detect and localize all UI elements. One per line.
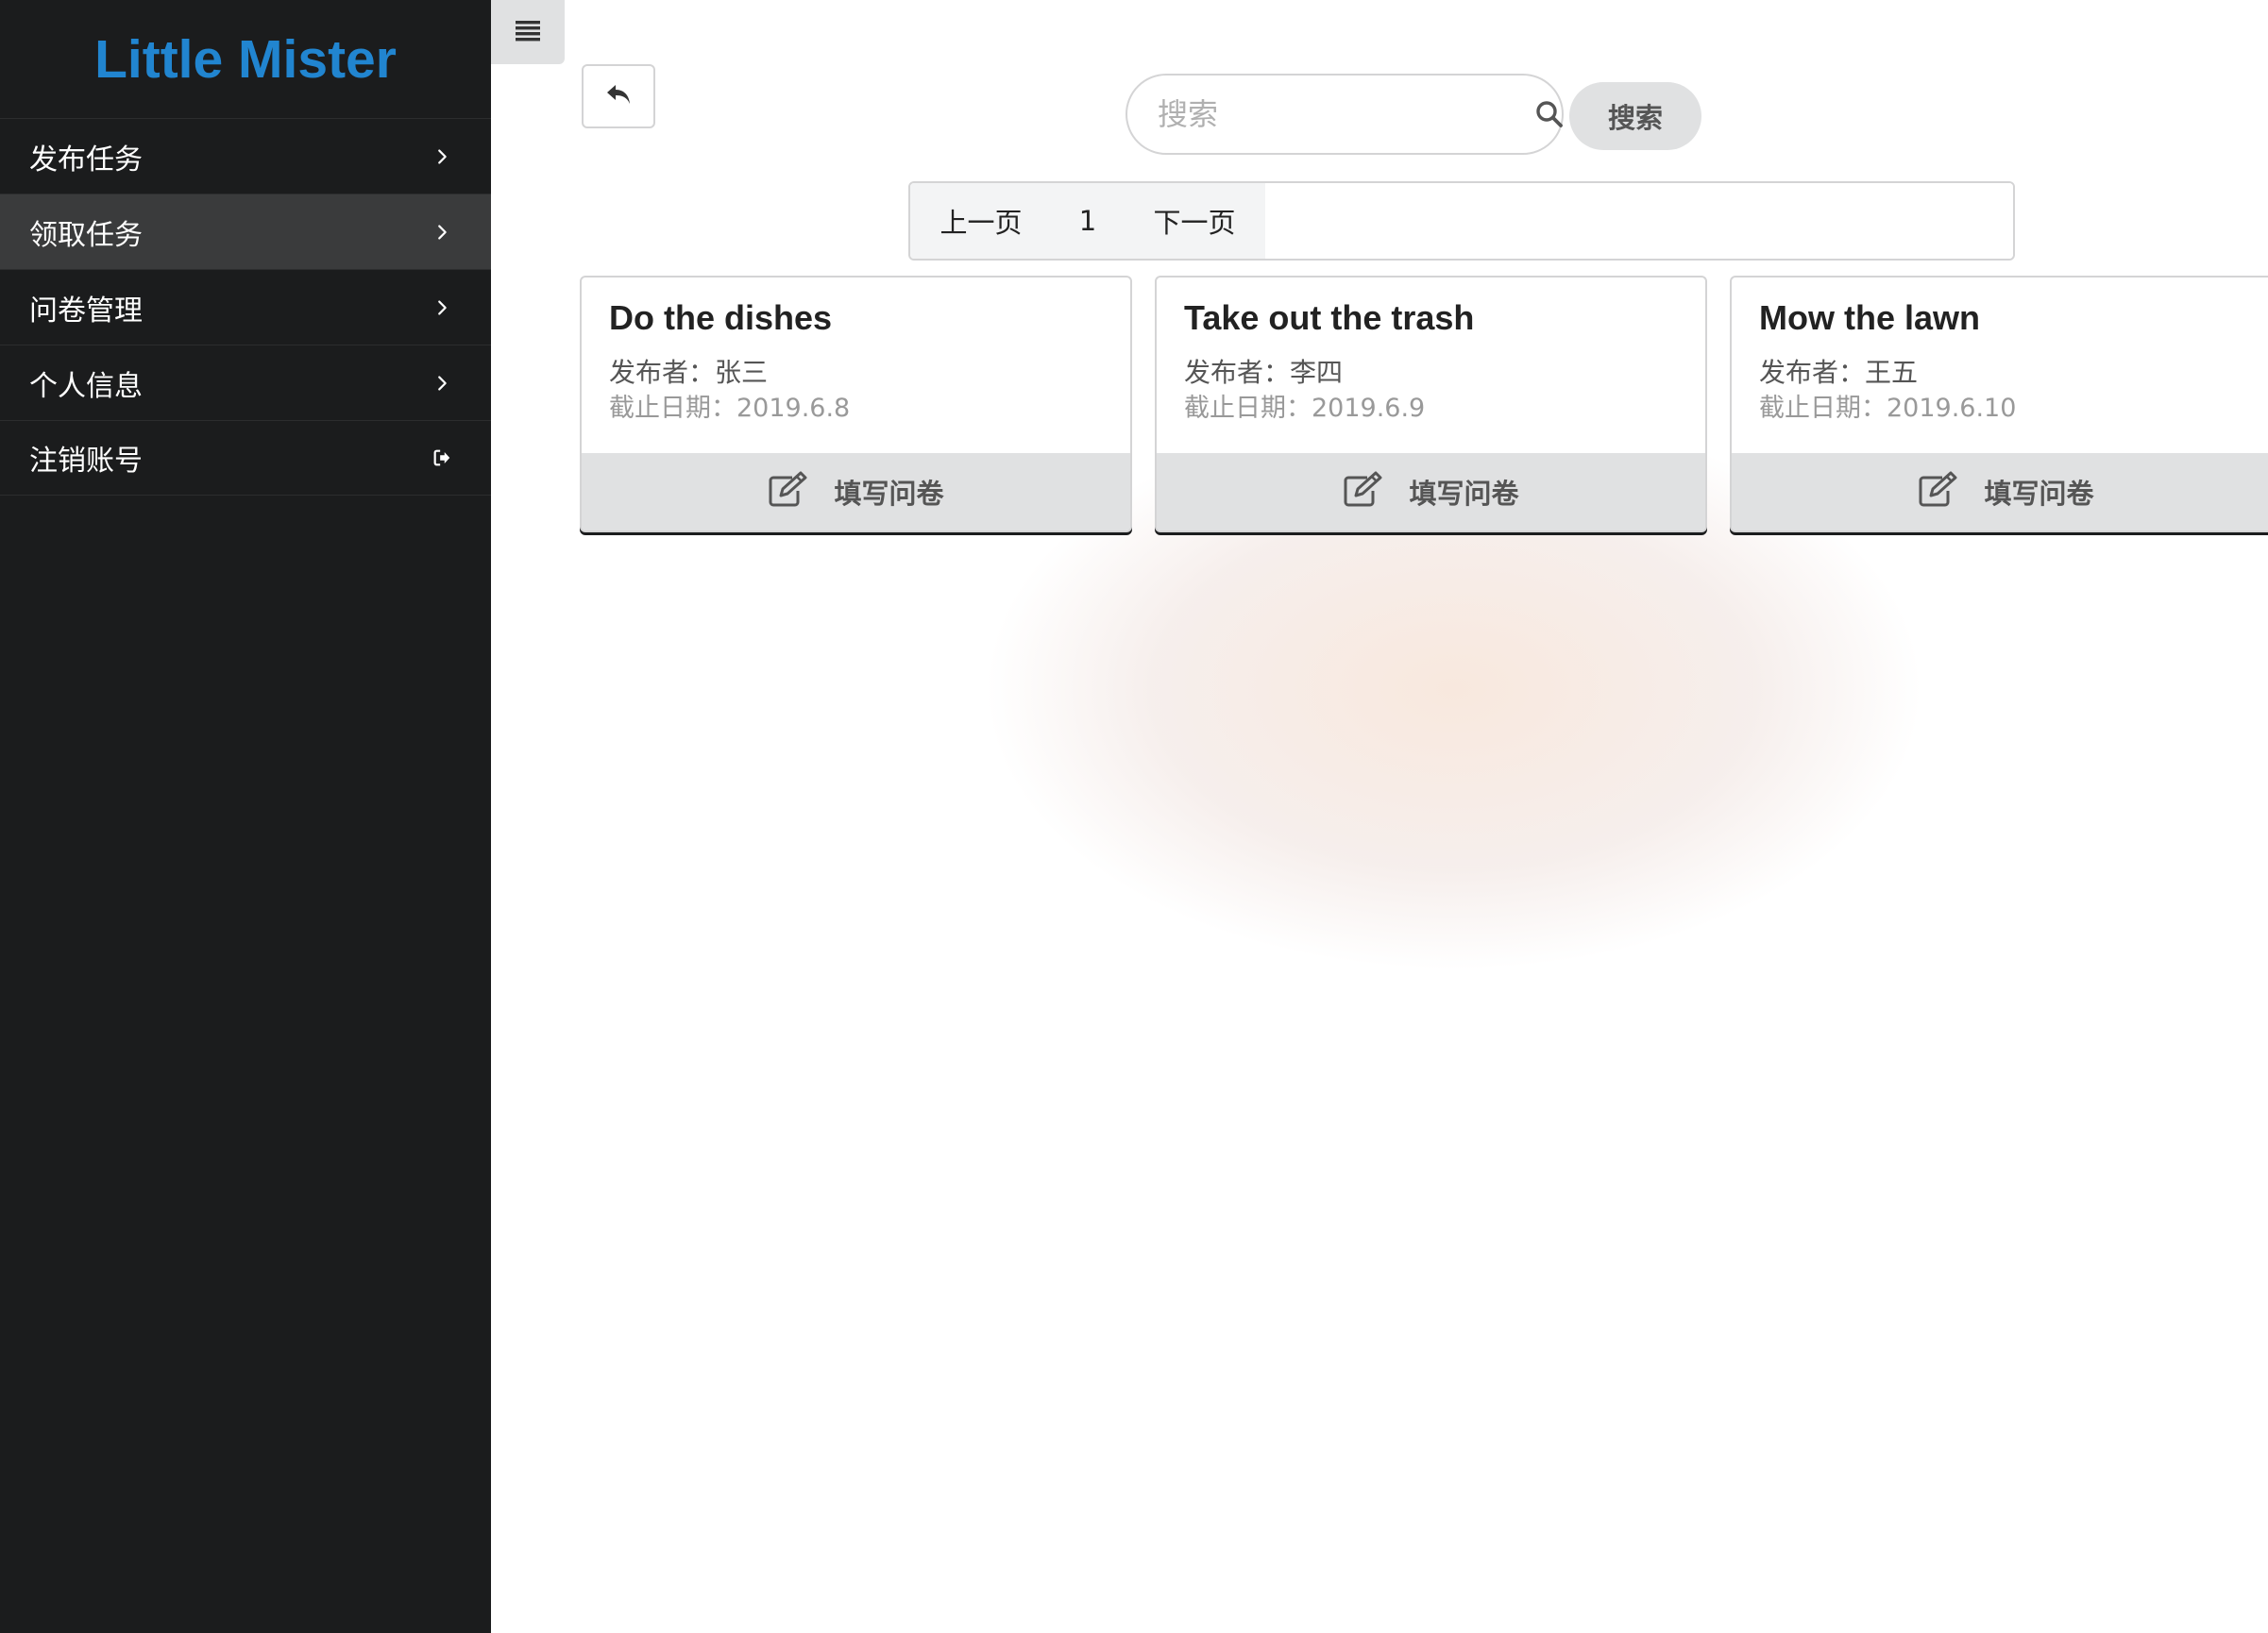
- task-card-body: Take out the trash 发布者：李四 截止日期：2019.6.9: [1157, 278, 1705, 453]
- sidebar-item-label: 个人信息: [29, 369, 143, 403]
- task-card: Mow the lawn 发布者：王五 截止日期：2019.6.10 填写问卷: [1730, 276, 2268, 532]
- pagination-page[interactable]: 1: [1052, 183, 1124, 259]
- hamburger-icon: [514, 18, 542, 46]
- sidebar-item-label: 注销账号: [29, 445, 143, 478]
- pagination: 上一页 1 下一页: [908, 181, 2015, 261]
- fill-survey-button[interactable]: 填写问卷: [1732, 453, 2268, 530]
- search-box: [1126, 74, 1564, 155]
- sign-out-icon: [429, 445, 455, 471]
- sidebar-item-label: 领取任务: [29, 218, 143, 252]
- task-card: Take out the trash 发布者：李四 截止日期：2019.6.9 …: [1155, 276, 1707, 532]
- brand-logo[interactable]: Little Mister: [0, 0, 491, 118]
- task-publisher: 发布者：王五: [1759, 357, 1919, 388]
- pagination-prev[interactable]: 上一页: [910, 183, 1052, 259]
- task-deadline: 截止日期：2019.6.8: [609, 394, 851, 423]
- task-deadline: 截止日期：2019.6.9: [1184, 394, 1426, 423]
- search-button[interactable]: 搜索: [1569, 82, 1701, 150]
- reply-icon: [604, 81, 633, 111]
- pagination-filler: [1265, 183, 2013, 259]
- edit-icon: [1918, 470, 1959, 514]
- task-title: Mow the lawn: [1759, 298, 1980, 337]
- edit-icon: [1343, 470, 1384, 514]
- menu-toggle-button[interactable]: [491, 0, 565, 64]
- task-card-list: Do the dishes 发布者：张三 截止日期：2019.6.8 填写问卷: [580, 276, 2268, 532]
- task-publisher: 发布者：李四: [1184, 357, 1344, 388]
- fill-survey-button[interactable]: 填写问卷: [582, 453, 1130, 530]
- edit-icon: [768, 470, 809, 514]
- sidebar-item-claim-task[interactable]: 领取任务: [0, 194, 491, 269]
- fill-survey-label: 填写问卷: [1409, 478, 1519, 510]
- sidebar: Little Mister 发布任务 领取任务 问卷管理 个人信息 注销账号: [0, 0, 491, 1633]
- sidebar-item-label: 发布任务: [29, 143, 143, 177]
- task-card: Do the dishes 发布者：张三 截止日期：2019.6.8 填写问卷: [580, 276, 1132, 532]
- task-title: Take out the trash: [1184, 298, 1475, 337]
- sidebar-item-logout[interactable]: 注销账号: [0, 420, 491, 496]
- chevron-right-icon: [429, 295, 455, 321]
- fill-survey-button[interactable]: 填写问卷: [1157, 453, 1705, 530]
- chevron-right-icon: [429, 143, 455, 170]
- sidebar-item-profile[interactable]: 个人信息: [0, 345, 491, 420]
- fill-survey-label: 填写问卷: [1984, 478, 2094, 510]
- task-deadline: 截止日期：2019.6.10: [1759, 394, 2017, 423]
- main-content: 搜索 上一页 1 下一页 Do the dishes 发布者：张三 截止日期：2…: [491, 0, 2268, 1633]
- task-publisher: 发布者：张三: [609, 357, 769, 388]
- app-root: Little Mister 发布任务 领取任务 问卷管理 个人信息 注销账号 搜…: [0, 0, 2268, 1633]
- chevron-right-icon: [429, 370, 455, 396]
- search-input[interactable]: [1158, 96, 1534, 132]
- sidebar-item-label: 问卷管理: [29, 294, 143, 328]
- sidebar-item-publish-task[interactable]: 发布任务: [0, 118, 491, 194]
- search-icon[interactable]: [1534, 97, 1565, 131]
- fill-survey-label: 填写问卷: [834, 478, 944, 510]
- task-card-body: Do the dishes 发布者：张三 截止日期：2019.6.8: [582, 278, 1130, 453]
- pagination-next[interactable]: 下一页: [1124, 183, 1265, 259]
- back-button[interactable]: [582, 64, 655, 128]
- chevron-right-icon: [429, 219, 455, 245]
- sidebar-item-survey-management[interactable]: 问卷管理: [0, 269, 491, 345]
- task-card-body: Mow the lawn 发布者：王五 截止日期：2019.6.10: [1732, 278, 2268, 453]
- sidebar-nav: 发布任务 领取任务 问卷管理 个人信息 注销账号: [0, 118, 491, 496]
- task-title: Do the dishes: [609, 298, 833, 337]
